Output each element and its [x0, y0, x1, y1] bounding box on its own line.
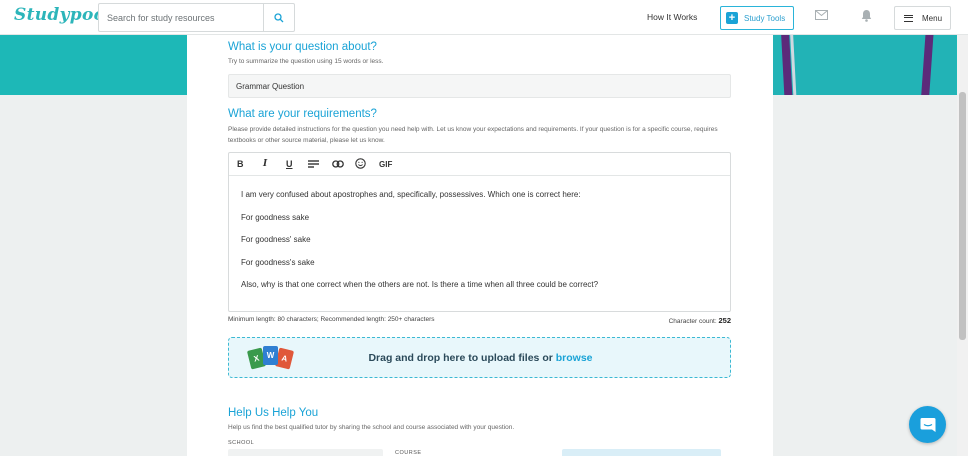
decorative-banner-image: [773, 35, 956, 95]
requirements-hint: Please provide detailed instructions for…: [228, 126, 718, 144]
char-count-label: Character count:: [668, 318, 717, 325]
chat-icon: [920, 417, 935, 432]
search-icon: [274, 12, 284, 22]
bold-button[interactable]: B: [237, 159, 244, 169]
menu-button[interactable]: Menu: [894, 6, 951, 30]
file-upload-dropzone[interactable]: X A W Drag and drop here to upload files…: [228, 337, 731, 378]
help-us-hint: Help us find the best qualified tutor by…: [228, 424, 515, 431]
editor-toolbar: B I U GIF: [229, 153, 730, 176]
rich-text-editor[interactable]: B I U GIF I am very confused about apost…: [228, 152, 731, 312]
how-it-works-link[interactable]: How It Works: [647, 12, 697, 22]
editor-content[interactable]: I am very confused about apostrophes and…: [241, 190, 598, 303]
bell-icon[interactable]: [861, 9, 872, 22]
editor-paragraph: For goodness sake: [241, 212, 310, 222]
menu-label: Menu: [922, 13, 943, 23]
study-tools-button[interactable]: + Study Tools: [720, 6, 794, 30]
dropzone-label: Drag and drop here to upload files or: [368, 352, 556, 364]
search-box: [98, 3, 295, 32]
mail-icon[interactable]: [815, 10, 828, 20]
help-us-heading: Help Us Help You: [228, 407, 319, 419]
top-header: Studypool How It Works + Study Tools Men…: [0, 0, 968, 35]
browse-link[interactable]: browse: [556, 352, 593, 364]
emoji-icon[interactable]: [355, 158, 366, 169]
character-count: Character count: 252: [669, 316, 731, 325]
search-input[interactable]: [99, 4, 265, 31]
course-label: COURSE: [395, 450, 422, 456]
question-about-hint: Try to summarize the question using 15 w…: [228, 58, 384, 65]
requirements-heading: What are your requirements?: [228, 108, 377, 120]
question-form-card: What is your question about? Try to summ…: [187, 35, 773, 456]
link-icon[interactable]: [332, 160, 344, 168]
school-input[interactable]: [228, 449, 383, 456]
gif-button[interactable]: GIF: [379, 160, 392, 169]
length-note: Minimum length: 80 characters; Recommend…: [228, 316, 435, 323]
question-title-input[interactable]: Grammar Question: [228, 74, 731, 98]
school-label: SCHOOL: [228, 440, 255, 446]
page-scrollbar[interactable]: [957, 35, 968, 456]
char-count-value: 252: [718, 316, 731, 325]
scrollbar-thumb[interactable]: [959, 92, 966, 340]
editor-paragraph: Also, why is that one correct when the o…: [241, 280, 599, 289]
plus-icon: +: [726, 12, 738, 24]
course-input[interactable]: [562, 449, 721, 456]
question-about-heading: What is your question about?: [228, 41, 377, 53]
editor-paragraph: For goodness' sake: [241, 235, 311, 244]
search-button[interactable]: [263, 4, 294, 31]
italic-button[interactable]: I: [263, 159, 267, 169]
underline-button[interactable]: U: [286, 159, 293, 169]
study-tools-label: Study Tools: [744, 13, 786, 23]
chat-button[interactable]: [909, 406, 946, 443]
dropzone-text: Drag and drop here to upload files or br…: [229, 352, 732, 364]
hamburger-icon: [904, 14, 913, 22]
align-icon[interactable]: [308, 160, 319, 168]
editor-paragraph: For goodness's sake: [241, 257, 315, 267]
editor-paragraph: I am very confused about apostrophes and…: [241, 190, 581, 199]
